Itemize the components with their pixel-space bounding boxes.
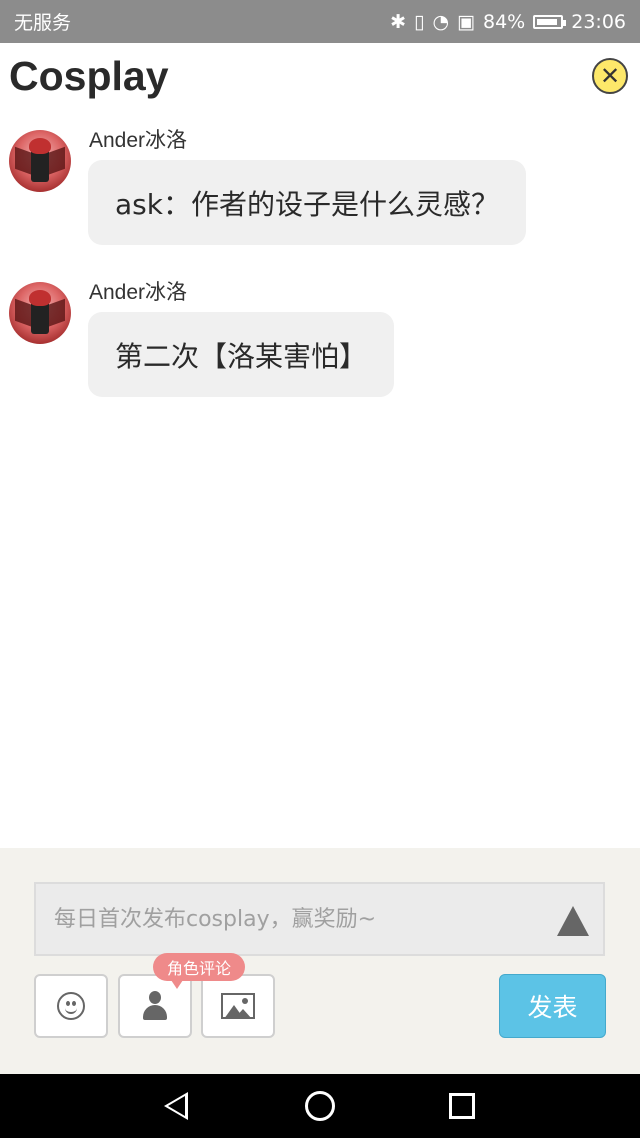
- clock: 23:06: [571, 10, 626, 33]
- close-icon: ✕: [599, 62, 621, 90]
- send-button[interactable]: 发表: [499, 974, 606, 1038]
- image-button[interactable]: [201, 974, 275, 1038]
- bluetooth-icon: ✱: [390, 10, 406, 33]
- person-icon: [142, 991, 168, 1021]
- comment-input[interactable]: [52, 905, 536, 933]
- page-title: Cosplay: [9, 52, 169, 99]
- message-username[interactable]: Ander冰洛: [89, 124, 187, 154]
- home-icon[interactable]: [305, 1091, 335, 1121]
- back-icon[interactable]: [164, 1092, 188, 1120]
- system-nav-bar: [0, 1074, 640, 1138]
- message-bubble: 第二次【洛某害怕】: [88, 312, 395, 397]
- page-header: Cosplay ✕: [0, 43, 640, 109]
- comment-input-box[interactable]: [34, 882, 605, 956]
- wifi-icon: ◔: [432, 10, 450, 33]
- close-button[interactable]: ✕: [592, 58, 628, 94]
- message-bubble: ask：作者的设子是什么灵感？: [88, 160, 526, 245]
- message-username[interactable]: Ander冰洛: [89, 276, 187, 306]
- carrier-label: 无服务: [14, 12, 72, 34]
- smile-icon: [57, 992, 85, 1020]
- status-bar: 无服务 ✱ ▯ ◔ ▣ 84% 23:06: [0, 0, 640, 43]
- expand-up-icon[interactable]: [557, 906, 589, 936]
- role-comment-tooltip: 角色评论: [153, 953, 246, 989]
- recent-apps-icon[interactable]: [449, 1093, 475, 1119]
- vibrate-icon: ▯: [413, 10, 425, 33]
- image-icon: [221, 993, 255, 1019]
- battery-icon: [533, 14, 567, 29]
- composer-panel: 角色评论 发表: [0, 848, 640, 1074]
- status-icons: ✱ ▯ ◔ ▣ 84% 23:06: [390, 11, 626, 33]
- avatar[interactable]: [9, 282, 71, 344]
- emoji-button[interactable]: [34, 974, 108, 1038]
- battery-percent: 84%: [483, 10, 526, 33]
- avatar[interactable]: [9, 130, 71, 192]
- sim-icon: ▣: [457, 10, 475, 33]
